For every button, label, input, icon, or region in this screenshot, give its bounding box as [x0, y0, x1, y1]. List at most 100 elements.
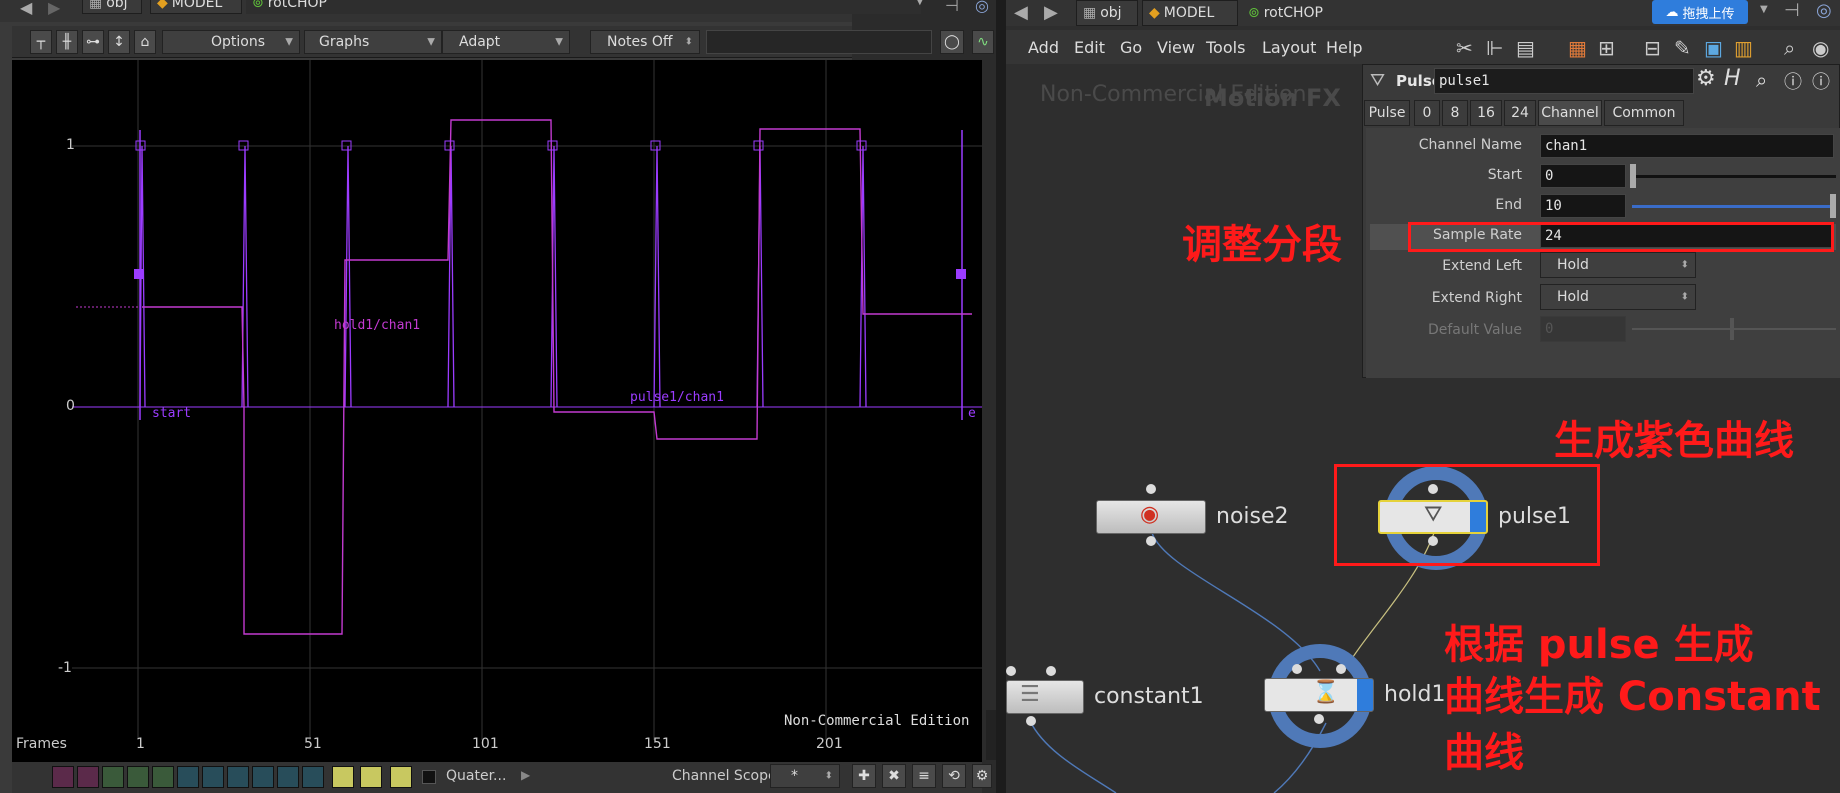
help-circle-icon[interactable]: ◎	[1816, 0, 1832, 21]
noise2-input-connector[interactable]	[1146, 484, 1156, 494]
menu-add[interactable]: Add	[1028, 38, 1059, 57]
end-handle[interactable]	[956, 269, 966, 279]
graph-area[interactable]: 1 0 -1 hold1/chan1 pulse1/chan1 start e …	[12, 60, 996, 762]
refresh-button[interactable]: ⟲	[942, 764, 966, 788]
tab-channel[interactable]: Channel	[1538, 100, 1602, 126]
constant1-output-connector[interactable]	[1026, 716, 1036, 726]
start-slider-handle[interactable]	[1630, 164, 1636, 188]
curve-tool-3-button[interactable]	[102, 766, 124, 788]
hold1-input-connector-a[interactable]	[1292, 664, 1302, 674]
curve-tool-1-button[interactable]	[52, 766, 74, 788]
noise2-output-connector[interactable]	[1146, 536, 1156, 546]
list-view-icon[interactable]: ▤	[1516, 36, 1535, 60]
help-icon[interactable]: ⓘ	[1812, 68, 1830, 94]
breadcrumb-model[interactable]: ◆ MODEL	[150, 0, 242, 14]
tool-3-button[interactable]: ⊶	[82, 30, 104, 54]
curve-tool-6-button[interactable]	[177, 766, 199, 788]
tab-common[interactable]: Common	[1604, 100, 1684, 126]
menu-go[interactable]: Go	[1120, 38, 1142, 57]
gear-icon[interactable]: ⚙	[1696, 66, 1716, 91]
grid-icon[interactable]: ⊞	[1598, 36, 1615, 60]
settings-button[interactable]: ⚙	[972, 764, 992, 788]
menu-view[interactable]: View	[1157, 38, 1195, 57]
houdini-h-icon[interactable]: H	[1724, 66, 1741, 91]
curve-tool-9-button[interactable]	[252, 766, 274, 788]
play-arrow-icon[interactable]: ▶	[521, 768, 530, 782]
vertical-scrollbar[interactable]	[986, 710, 996, 760]
tab-0[interactable]: 0	[1414, 100, 1440, 126]
tool-2-button[interactable]: ╫	[56, 30, 78, 54]
search-icon[interactable]: ⌕	[1784, 36, 1795, 60]
upload-dropdown-icon[interactable]: ▼	[1760, 4, 1768, 15]
constant1-input-connector-b[interactable]	[1046, 666, 1056, 676]
breadcrumb-rotchop[interactable]: ⊚ rotCHOP	[1242, 0, 1642, 26]
pin-icon[interactable]: ⊣	[945, 0, 959, 15]
help-circle-icon[interactable]: ◎	[975, 0, 989, 15]
curve-tool-5-button[interactable]	[152, 766, 174, 788]
eye-icon[interactable]: ◉	[1812, 36, 1829, 60]
extend-right-dropdown[interactable]: Hold ⬍	[1540, 284, 1696, 310]
breadcrumb-obj[interactable]: ▦ obj	[1076, 0, 1138, 26]
menu-layout[interactable]: Layout	[1262, 38, 1316, 57]
tab-24[interactable]: 24	[1504, 100, 1536, 126]
options-dropdown[interactable]: Options ▼	[162, 30, 300, 54]
channel-scope-input[interactable]: * ⬍	[770, 764, 840, 788]
breadcrumb-model[interactable]: ◆ MODEL	[1142, 0, 1238, 26]
record-button[interactable]: ◯	[940, 30, 964, 54]
add-channel-button[interactable]: ✚	[852, 764, 876, 788]
box-icon[interactable]: ▥	[1734, 36, 1753, 60]
wave-button[interactable]: ∿	[972, 30, 994, 54]
adapt-dropdown[interactable]: Adapt ▼	[442, 30, 570, 54]
menu-tools[interactable]: Tools	[1206, 38, 1245, 57]
graphs-dropdown[interactable]: Graphs ▼	[304, 30, 442, 54]
network-icon[interactable]: ⊟	[1644, 36, 1661, 60]
start-slider-track[interactable]	[1632, 175, 1836, 178]
tool-1-button[interactable]: ┬	[30, 30, 52, 54]
yellow-swatch-1-button[interactable]	[332, 766, 354, 788]
info-icon[interactable]: ⓘ	[1784, 68, 1802, 94]
home-button[interactable]: ⌂	[134, 30, 156, 54]
pin-icon[interactable]: ⊣	[1784, 0, 1800, 21]
back-arrow-icon[interactable]: ◀	[1014, 2, 1028, 23]
start-handle[interactable]	[134, 269, 144, 279]
curve-tool-11-button[interactable]	[302, 766, 324, 788]
tab-16[interactable]: 16	[1470, 100, 1502, 126]
tree-icon[interactable]: ⊩	[1486, 36, 1503, 60]
breadcrumb-obj[interactable]: ▦ obj	[82, 0, 142, 14]
hold1-input-connector-b[interactable]	[1336, 664, 1346, 674]
curve-tool-2-button[interactable]	[77, 766, 99, 788]
path-dropdown-icon[interactable]: ▼	[916, 0, 924, 7]
yellow-swatch-2-button[interactable]	[360, 766, 382, 788]
tool-4-button[interactable]: ↕	[108, 30, 130, 54]
menu-edit[interactable]: Edit	[1074, 38, 1105, 57]
tab-pulse[interactable]: Pulse	[1364, 100, 1410, 126]
op-name-input[interactable]: pulse1	[1434, 68, 1694, 94]
constant1-input-connector-a[interactable]	[1006, 666, 1016, 676]
yellow-swatch-3-button[interactable]	[390, 766, 412, 788]
black-checkbox[interactable]	[422, 770, 436, 784]
pane-splitter[interactable]	[996, 0, 1006, 793]
forward-arrow-icon[interactable]: ▶	[1044, 2, 1058, 23]
notes-dropdown[interactable]: Notes Off ⬍	[590, 30, 700, 54]
curve-tool-4-button[interactable]	[127, 766, 149, 788]
constant1-node[interactable]	[1006, 680, 1084, 714]
hold1-output-connector[interactable]	[1314, 714, 1324, 724]
curve-tool-7-button[interactable]	[202, 766, 224, 788]
search-icon[interactable]: ⌕	[1756, 68, 1767, 92]
back-arrow-icon[interactable]: ◀	[20, 0, 32, 17]
extend-left-dropdown[interactable]: Hold ⬍	[1540, 252, 1696, 278]
image-icon[interactable]: ▣	[1704, 36, 1723, 60]
end-slider-handle[interactable]	[1830, 194, 1836, 218]
notes-input[interactable]	[706, 30, 932, 54]
curve-tool-10-button[interactable]	[277, 766, 299, 788]
upload-button[interactable]: ☁ 拖拽上传	[1652, 0, 1748, 24]
start-input[interactable]: 0	[1540, 164, 1626, 188]
forward-arrow-icon[interactable]: ▶	[48, 0, 60, 17]
menu-help[interactable]: Help	[1326, 38, 1362, 57]
list-button[interactable]: ≡	[912, 764, 936, 788]
tools-icon[interactable]: ✂	[1456, 36, 1473, 60]
remove-channel-button[interactable]: ✖	[882, 764, 906, 788]
color-grid-icon[interactable]: ▦	[1568, 36, 1587, 60]
notes-icon[interactable]: ✎	[1674, 36, 1691, 60]
end-input[interactable]: 10	[1540, 194, 1626, 218]
